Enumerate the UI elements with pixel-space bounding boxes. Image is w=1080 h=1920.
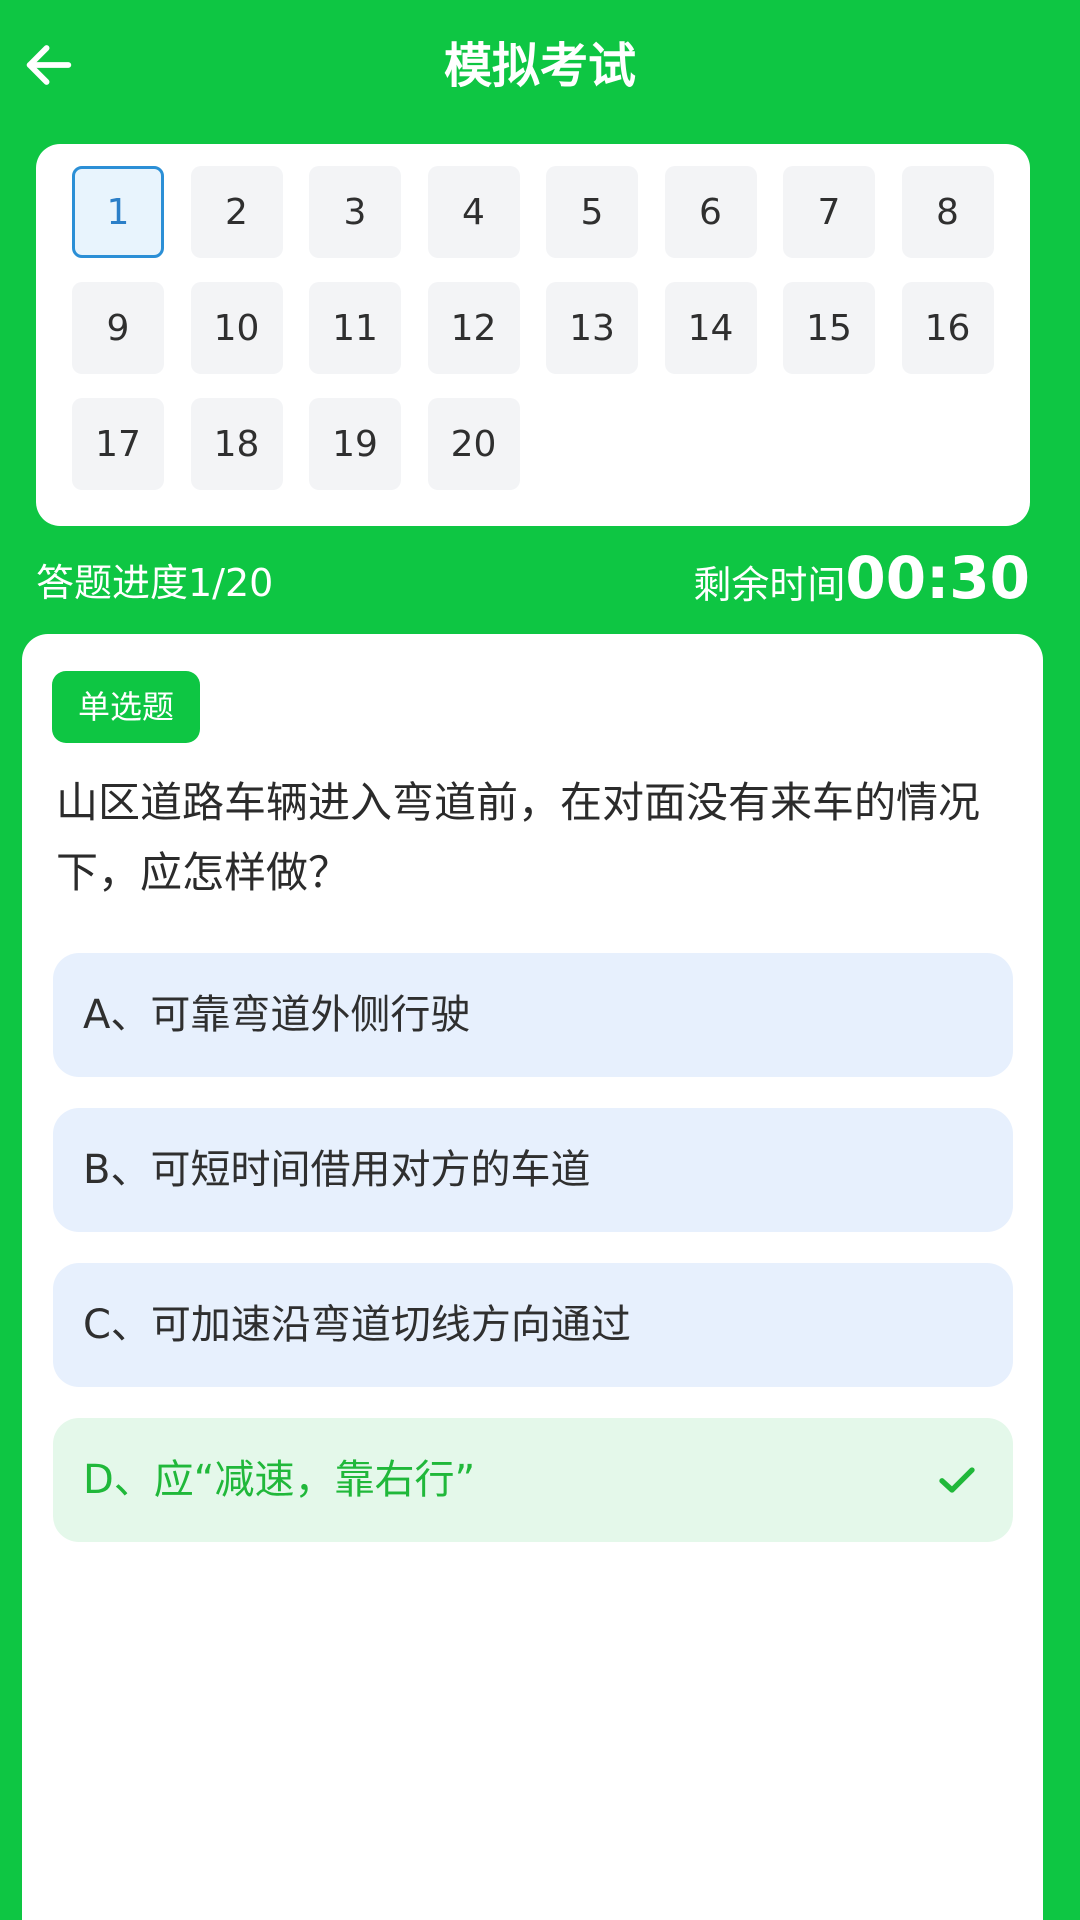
question-number-15[interactable]: 15 (783, 282, 875, 374)
question-number-14[interactable]: 14 (664, 282, 757, 374)
question-card: 单选题 山区道路车辆进入弯道前，在对面没有来车的情况下，应怎样做？ A、可靠弯道… (22, 634, 1043, 1920)
question-number-7[interactable]: 7 (783, 166, 875, 258)
question-number-11[interactable]: 11 (309, 282, 401, 374)
question-number-panel: 1 2 3 4 5 6 7 8 9 10 11 12 13 14 15 16 17 18 19 20 (36, 144, 1030, 526)
option-a[interactable]: A、可靠弯道外侧行驶 (53, 953, 1013, 1077)
option-d[interactable]: D、应“减速，靠右行” (53, 1418, 1013, 1542)
question-number-grid: 1 2 3 4 5 6 7 8 9 10 11 12 13 14 15 16 17 18 19 20 (72, 166, 996, 490)
question-type-badge: 单选题 (52, 671, 201, 743)
question-number-18[interactable]: 18 (190, 398, 283, 490)
countdown-timer: 剩余时间 00:30 (693, 548, 1030, 615)
question-number-1[interactable]: 1 (72, 166, 164, 258)
question-number-4[interactable]: 4 (427, 166, 520, 258)
progress-text: 答题进度1/20 (36, 561, 274, 605)
timer-value: 00:30 (845, 544, 1030, 612)
question-number-8[interactable]: 8 (901, 166, 994, 258)
option-label: B、可短时间借用对方的车道 (83, 1147, 591, 1193)
question-number-3[interactable]: 3 (309, 166, 401, 258)
question-number-20[interactable]: 20 (427, 398, 520, 490)
question-text: 山区道路车辆进入弯道前，在对面没有来车的情况下，应怎样做？ (56, 778, 981, 897)
question-number-19[interactable]: 19 (309, 398, 401, 490)
question-number-13[interactable]: 13 (546, 282, 638, 374)
question-number-6[interactable]: 6 (664, 166, 757, 258)
option-label: D、应“减速，靠右行” (83, 1457, 476, 1503)
question-number-10[interactable]: 10 (190, 282, 283, 374)
exam-screen: 模拟考试 1 2 3 4 5 6 7 8 9 10 11 12 13 14 15 16 17 18 19 20 答题进… (0, 0, 1080, 1920)
question-number-16[interactable]: 16 (901, 282, 994, 374)
question-number-9[interactable]: 9 (72, 282, 164, 374)
header: 模拟考试 (0, 0, 1080, 135)
checkmark-icon (939, 1467, 975, 1493)
option-label: A、可靠弯道外侧行驶 (83, 992, 471, 1038)
question-number-12[interactable]: 12 (427, 282, 520, 374)
question-number-17[interactable]: 17 (72, 398, 164, 490)
answer-options: A、可靠弯道外侧行驶 B、可短时间借用对方的车道 C、可加速沿弯道切线方向通过 … (53, 953, 1013, 1573)
question-number-2[interactable]: 2 (190, 166, 283, 258)
page-title: 模拟考试 (443, 38, 636, 94)
option-c[interactable]: C、可加速沿弯道切线方向通过 (53, 1263, 1013, 1387)
progress-row: 答题进度1/20 剩余时间 00:30 (36, 548, 1030, 618)
option-b[interactable]: B、可短时间借用对方的车道 (53, 1108, 1013, 1232)
question-number-5[interactable]: 5 (546, 166, 638, 258)
timer-label: 剩余时间 (693, 563, 846, 607)
option-label: C、可加速沿弯道切线方向通过 (83, 1302, 631, 1348)
